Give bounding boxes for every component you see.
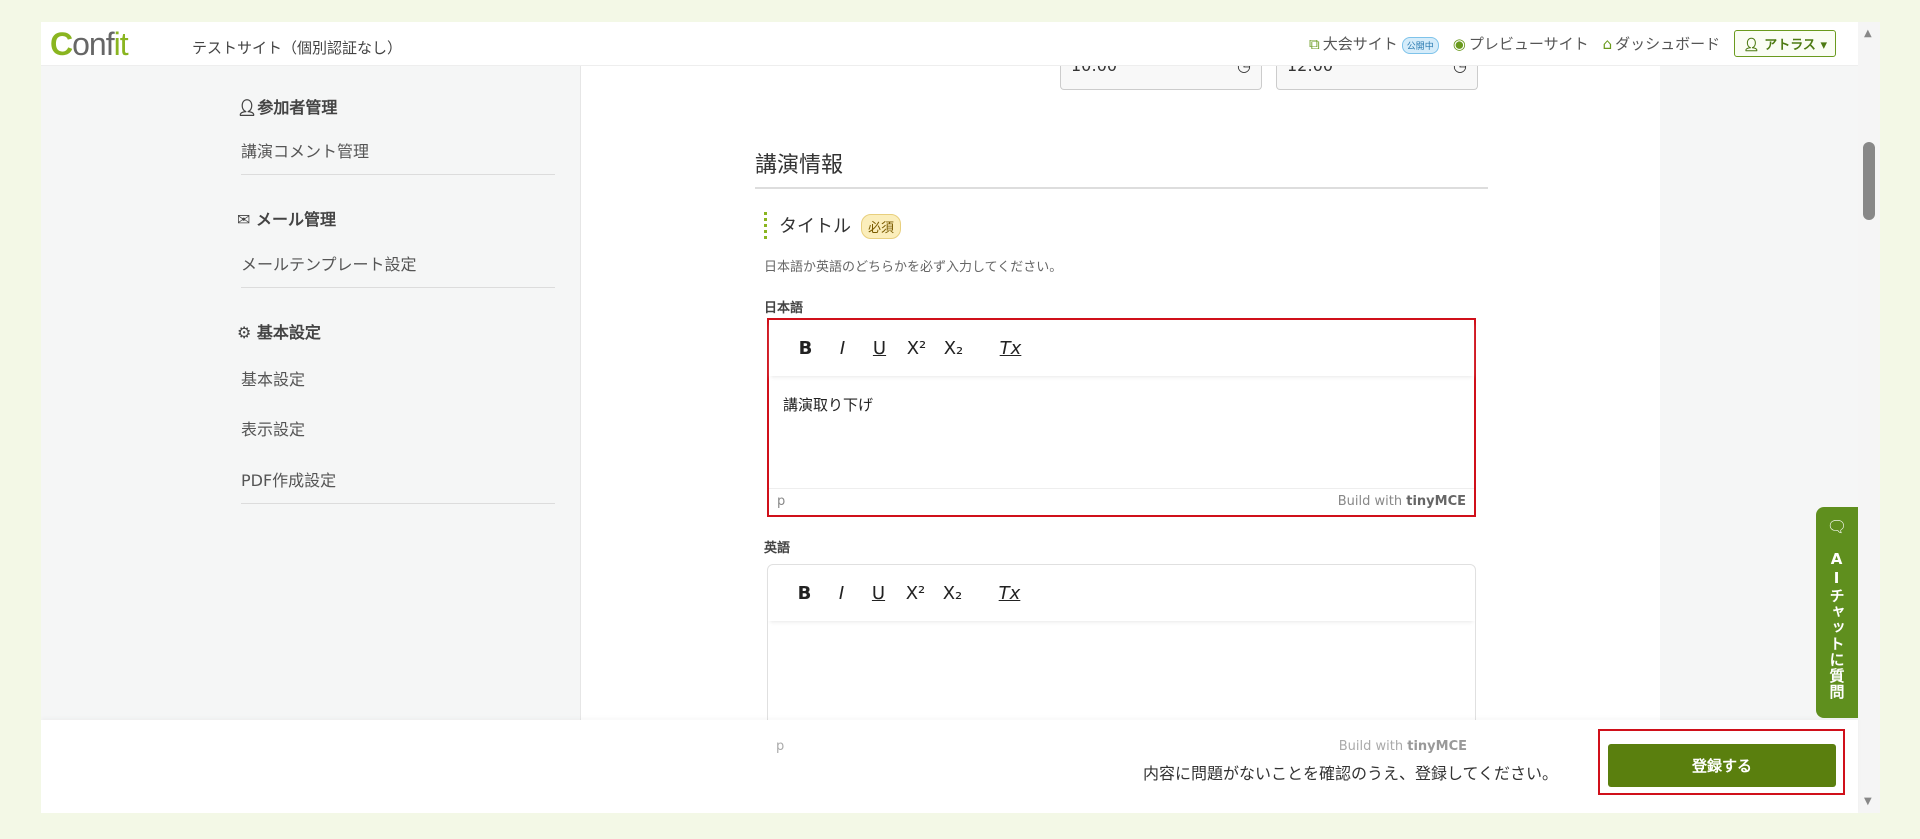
sidebar-item-mail-templates[interactable]: メールテンプレート設定: [241, 251, 555, 288]
home-icon: ⌂: [1602, 35, 1613, 53]
dashboard-link[interactable]: ⌂ ダッシュボード: [1603, 33, 1721, 54]
scroll-up-icon[interactable]: ▲: [1864, 28, 1872, 39]
required-badge: 必須: [861, 214, 902, 239]
external-link-icon: ⧉: [1309, 35, 1320, 53]
italic-button[interactable]: I: [823, 583, 860, 604]
caret-down-icon: ▾: [1820, 38, 1827, 53]
section-title: 講演情報: [755, 147, 1488, 189]
eye-icon: ◉: [1452, 35, 1466, 53]
logo[interactable]: Confit: [50, 26, 129, 63]
sidebar-item-lecture-comments[interactable]: 講演コメント管理: [241, 138, 555, 175]
register-button[interactable]: 登録する: [1608, 744, 1836, 787]
editor-content[interactable]: 講演取り下げ: [769, 376, 1474, 488]
scrollbar[interactable]: ▲ ▼: [1858, 22, 1880, 813]
sidebar-heading-participants: 👤︎参加者管理: [237, 98, 338, 117]
subscript-button[interactable]: X₂: [935, 338, 972, 359]
editor-statusbar: p Build with tinyMCE: [769, 488, 1474, 514]
conference-site-link[interactable]: ⧉ 大会サイト 公開中: [1309, 33, 1439, 54]
help-text: 日本語か英語のどちらかを必ず入力してください。: [764, 260, 1063, 275]
header: Confit テストサイト（個別認証なし） ⧉ 大会サイト 公開中 ◉ プレビューサイ…: [41, 22, 1858, 66]
superscript-button[interactable]: X²: [898, 338, 935, 359]
bold-button[interactable]: B: [787, 338, 824, 359]
ai-chat-tab[interactable]: 🗨︎ AIチャットに質問: [1816, 507, 1858, 718]
scrollbar-thumb[interactable]: [1863, 142, 1875, 220]
chat-icon: 🗨︎: [1826, 517, 1848, 536]
site-title: テストサイト（個別認証なし）: [192, 39, 403, 57]
japanese-title-editor[interactable]: B I U X² X₂ Tx 講演取り下げ p Build with tinyMC…: [767, 318, 1476, 517]
sidebar-item-pdf-settings[interactable]: PDF作成設定: [241, 467, 555, 504]
scroll-down-icon[interactable]: ▼: [1864, 796, 1872, 807]
envelope-icon: ✉: [237, 210, 256, 229]
superscript-button[interactable]: X²: [897, 583, 934, 604]
user-menu-button[interactable]: 👤︎ アトラス ▾: [1734, 30, 1836, 57]
user-icon: 👤︎: [237, 98, 258, 117]
published-badge: 公開中: [1401, 37, 1439, 54]
japanese-label: 日本語: [764, 301, 804, 316]
app-window: Confit テストサイト（個別認証なし） ⧉ 大会サイト 公開中 ◉ プレビューサイ…: [41, 22, 1880, 813]
editor-branding: Build with tinyMCE: [1338, 739, 1467, 754]
subscript-button[interactable]: X₂: [934, 583, 971, 604]
sidebar-heading-basic: ⚙ 基本設定: [237, 323, 321, 342]
clear-format-button[interactable]: Tx: [992, 338, 1029, 359]
editor-content[interactable]: [768, 621, 1475, 733]
italic-button[interactable]: I: [824, 338, 861, 359]
sidebar-item-basic-settings[interactable]: 基本設定: [241, 366, 555, 402]
underline-button[interactable]: U: [861, 338, 898, 359]
gear-icon: ⚙: [237, 323, 257, 342]
sidebar: 👤︎参加者管理 講演コメント管理 ✉ メール管理 メールテンプレート設定 ⚙ 基…: [41, 66, 581, 766]
header-nav: ⧉ 大会サイト 公開中 ◉ プレビューサイト ⌂ ダッシュボード 👤︎ アトラス ▾: [1309, 30, 1836, 57]
english-label: 英語: [764, 541, 791, 556]
sidebar-heading-mail: ✉ メール管理: [237, 210, 336, 229]
underline-button[interactable]: U: [860, 583, 897, 604]
editor-toolbar: B I U X² X₂ Tx: [769, 320, 1474, 376]
clear-format-button[interactable]: Tx: [991, 583, 1028, 604]
confirm-message: 内容に問題がないことを確認のうえ、登録してください。: [1142, 764, 1558, 783]
user-icon: 👤︎: [1743, 38, 1760, 53]
sidebar-item-display-settings[interactable]: 表示設定: [241, 416, 555, 452]
footer-bar: 内容に問題がないことを確認のうえ、登録してください。 登録する: [41, 720, 1858, 813]
bold-button[interactable]: B: [786, 583, 823, 604]
title-field-label: タイトル 必須: [764, 212, 902, 239]
tinymce-logo: tinyMCE: [1407, 739, 1467, 754]
editor-toolbar: B I U X² X₂ Tx: [768, 565, 1475, 621]
tinymce-logo: tinyMCE: [1406, 494, 1466, 509]
preview-site-link[interactable]: ◉ プレビューサイト: [1453, 33, 1589, 54]
